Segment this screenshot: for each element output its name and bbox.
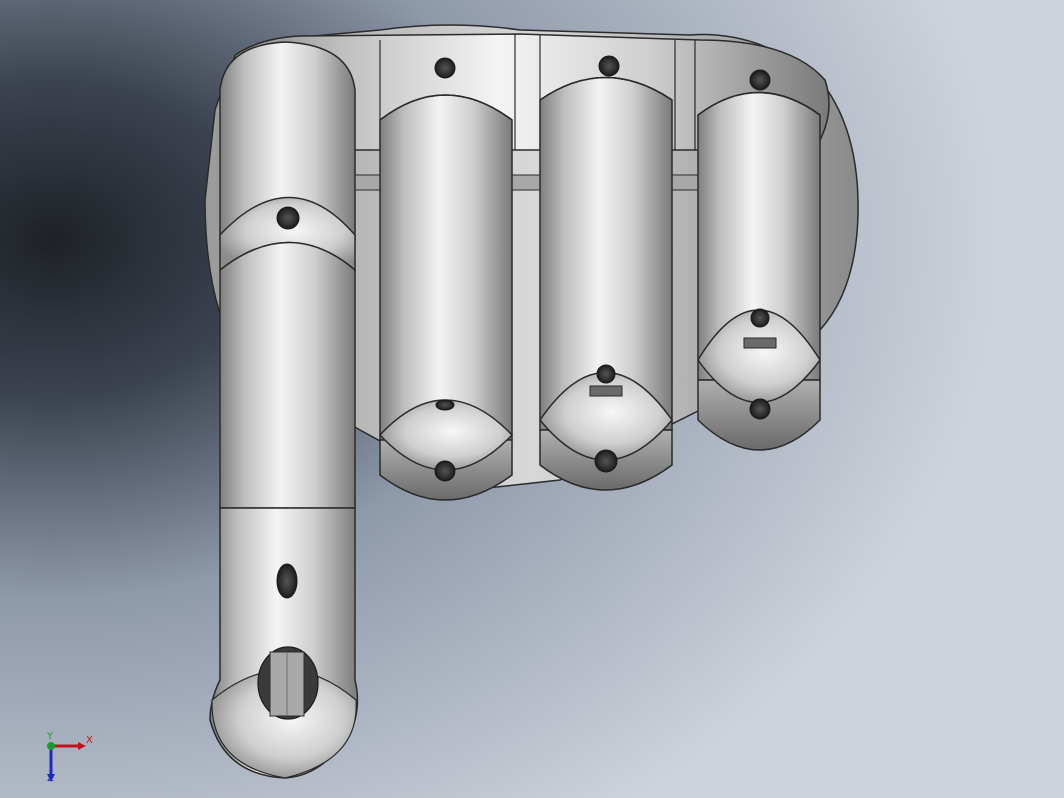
index-finger[interactable] [209,41,359,779]
y-axis-dot [47,742,55,750]
finger-3-tip-hole [594,449,618,473]
x-axis-arrow [78,742,86,750]
finger-2[interactable] [378,94,514,501]
finger-2-tip-hole [434,460,456,482]
finger-4-tip-hole [749,398,771,420]
x-axis-label: X [86,735,93,746]
knuckle-hole-2 [434,57,456,79]
y-axis-label: Y [47,731,54,742]
cad-viewport[interactable]: X Y Z [0,0,1064,798]
knuckle-hole-4 [749,69,771,91]
knuckle-hole-3 [598,55,620,77]
model-view[interactable] [0,0,1064,798]
finger-4[interactable] [697,91,821,451]
orientation-triad[interactable]: X Y Z [38,730,98,786]
index-joint-hole [276,206,300,230]
z-axis-label: Z [47,773,54,784]
finger-3[interactable] [539,76,673,491]
